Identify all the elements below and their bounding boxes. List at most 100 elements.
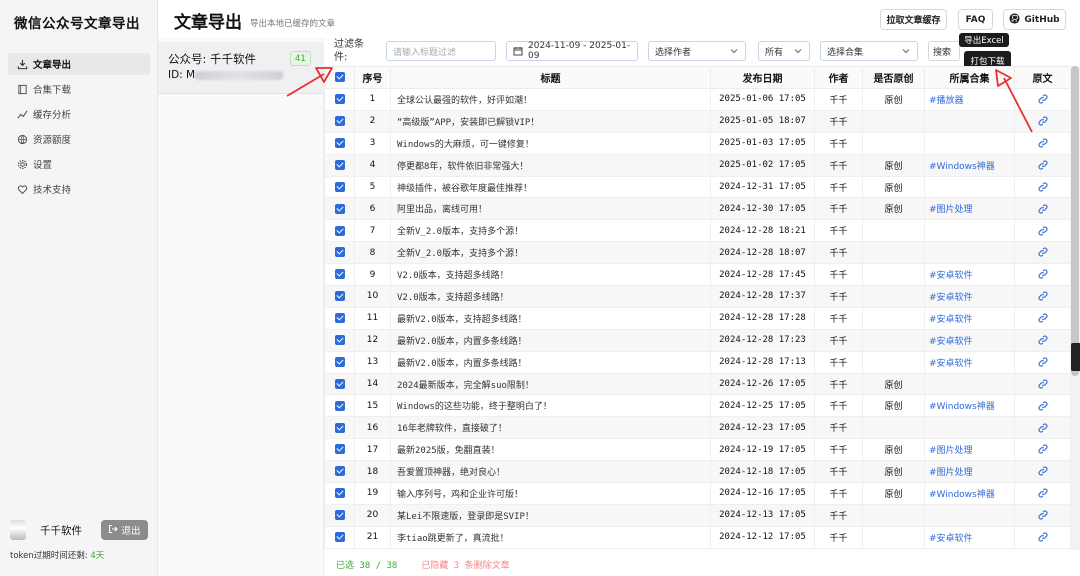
row-checkbox[interactable]	[324, 503, 355, 527]
row-source-link[interactable]	[1014, 306, 1070, 330]
table-row[interactable]: 20 某Lei不限速版，登录即是SVIP！ 2024-12-13 17:05 千千	[324, 503, 1070, 527]
table-row[interactable]: 17 最新2025版，免翻直装！ 2024-12-19 17:05 千千 原创 #图片处理	[324, 438, 1070, 462]
row-checkbox[interactable]	[324, 263, 355, 287]
table-row[interactable]: 13 最新V2.0版本，内置多条线路！ 2024-12-28 17:13 千千 #安卓软…	[324, 350, 1070, 374]
row-source-link[interactable]	[1014, 241, 1070, 265]
table-row[interactable]: 18 吾爱置顶神器，绝对良心！ 2024-12-18 17:05 千千 原创 #图片处理	[324, 460, 1070, 484]
sidebar-item-collection-download[interactable]: 合集下载	[8, 78, 150, 100]
author-select[interactable]: 选择作者	[648, 41, 746, 61]
side-drawer-handle[interactable]	[1071, 343, 1080, 371]
pull-cache-button[interactable]: 拉取文章缓存	[880, 9, 947, 30]
row-collection[interactable]: #播放器	[924, 88, 1015, 111]
row-checkbox[interactable]	[324, 131, 355, 155]
github-button[interactable]: GitHub	[1003, 9, 1066, 30]
table-row[interactable]: 5 神级插件，被谷歌年度最佳推荐！ 2024-12-31 17:05 千千 原创	[324, 175, 1070, 199]
table-row[interactable]: 15 Windows的这些功能，终于整明白了！ 2024-12-25 17:05 千千…	[324, 394, 1070, 418]
row-checkbox[interactable]	[324, 416, 355, 440]
row-checkbox[interactable]	[324, 482, 355, 505]
row-source-link[interactable]	[1014, 525, 1070, 549]
row-checkbox[interactable]	[324, 350, 355, 374]
sidebar-item-article-export[interactable]: 文章导出	[8, 53, 150, 75]
row-source-link[interactable]	[1014, 482, 1070, 505]
row-collection[interactable]: #安卓软件	[924, 350, 1015, 374]
row-collection[interactable]: #Windows神器	[924, 482, 1015, 505]
row-source-link[interactable]	[1014, 285, 1070, 308]
row-source-link[interactable]	[1014, 372, 1070, 396]
table-row[interactable]: 12 最新V2.0版本，内置多条线路！ 2024-12-28 17:23 千千 #安卓软…	[324, 328, 1070, 352]
row-collection[interactable]: #安卓软件	[924, 306, 1015, 330]
table-row[interactable]: 16 16年老牌软件，直接破了！ 2024-12-23 17:05 千千	[324, 416, 1070, 440]
row-checkbox[interactable]	[324, 306, 355, 330]
row-checkbox[interactable]	[324, 328, 355, 352]
row-collection[interactable]: #Windows神器	[924, 153, 1015, 177]
row-checkbox[interactable]	[324, 285, 355, 308]
row-source-link[interactable]	[1014, 438, 1070, 462]
column-header-no[interactable]: 序号	[354, 66, 391, 89]
table-row[interactable]: 7 全新V_2.0版本，支持多个源！ 2024-12-28 18:21 千千	[324, 219, 1070, 243]
row-collection[interactable]	[924, 416, 1015, 440]
table-row[interactable]: 11 最新V2.0版本，支持超多线路！ 2024-12-28 17:28 千千 #安卓软…	[324, 306, 1070, 330]
row-collection[interactable]	[924, 219, 1015, 243]
row-checkbox[interactable]	[324, 394, 355, 418]
row-collection[interactable]: #图片处理	[924, 460, 1015, 484]
row-collection[interactable]	[924, 109, 1015, 133]
row-source-link[interactable]	[1014, 350, 1070, 374]
table-row[interactable]: 4 停更都8年，软件依旧非常强大！ 2025-01-02 17:05 千千 原创 #Win…	[324, 153, 1070, 177]
row-collection[interactable]	[924, 372, 1015, 396]
row-collection[interactable]: #图片处理	[924, 197, 1015, 221]
row-source-link[interactable]	[1014, 175, 1070, 199]
select-all-checkbox[interactable]	[324, 66, 355, 89]
row-source-link[interactable]	[1014, 394, 1070, 418]
row-source-link[interactable]	[1014, 109, 1070, 133]
original-select[interactable]: 所有	[758, 41, 810, 61]
table-row[interactable]: 14 2024最新版本，完全解suo限制！ 2024-12-26 17:05 千千 原创	[324, 372, 1070, 396]
account-card[interactable]: 公众号: 千千软件 ID: M 41	[158, 42, 324, 94]
row-source-link[interactable]	[1014, 219, 1070, 243]
row-checkbox[interactable]	[324, 197, 355, 221]
column-header-title[interactable]: 标题	[390, 66, 711, 89]
row-checkbox[interactable]	[324, 460, 355, 484]
row-checkbox[interactable]	[324, 219, 355, 243]
row-source-link[interactable]	[1014, 88, 1070, 111]
scrollbar-thumb[interactable]	[1071, 66, 1079, 376]
row-checkbox[interactable]	[324, 372, 355, 396]
table-row[interactable]: 10 V2.0版本，支持超多线路！ 2024-12-28 17:37 千千 #安卓软件	[324, 285, 1070, 308]
column-header-collection[interactable]: 所属合集	[924, 66, 1015, 89]
row-checkbox[interactable]	[324, 525, 355, 549]
row-checkbox[interactable]	[324, 241, 355, 265]
row-source-link[interactable]	[1014, 153, 1070, 177]
table-row[interactable]: 19 输入序列号，鸡和企业许可版！ 2024-12-16 17:05 千千 原创 #Win…	[324, 482, 1070, 505]
row-collection[interactable]	[924, 131, 1015, 155]
table-row[interactable]: 6 阿里出品，离线可用！ 2024-12-30 17:05 千千 原创 #图片处理	[324, 197, 1070, 221]
faq-button[interactable]: FAQ	[958, 9, 993, 30]
row-checkbox[interactable]	[324, 109, 355, 133]
sidebar-item-settings[interactable]: 设置	[8, 153, 150, 175]
title-filter-input[interactable]: 请输入标题过滤	[386, 41, 496, 61]
row-source-link[interactable]	[1014, 328, 1070, 352]
row-collection[interactable]	[924, 175, 1015, 199]
row-source-link[interactable]	[1014, 460, 1070, 484]
table-row[interactable]: 3 Windows的大麻烦，可一键修复！ 2025-01-03 17:05 千千	[324, 131, 1070, 155]
row-collection[interactable]: #安卓软件	[924, 263, 1015, 287]
row-collection[interactable]: #安卓软件	[924, 285, 1015, 308]
row-collection[interactable]: #图片处理	[924, 438, 1015, 462]
table-row[interactable]: 1 全球公认最强的软件，好评如潮！ 2025-01-06 17:05 千千 原创 #播放器	[324, 88, 1070, 111]
table-row[interactable]: 9 V2.0版本，支持超多线路！ 2024-12-28 17:45 千千 #安卓软件	[324, 263, 1070, 287]
collection-select[interactable]: 选择合集	[820, 41, 918, 61]
row-source-link[interactable]	[1014, 263, 1070, 287]
search-button[interactable]: 搜索	[928, 41, 960, 61]
row-source-link[interactable]	[1014, 197, 1070, 221]
row-checkbox[interactable]	[324, 88, 355, 111]
row-checkbox[interactable]	[324, 438, 355, 462]
row-collection[interactable]: #Windows神器	[924, 394, 1015, 418]
sidebar-item-resource-quota[interactable]: 资源额度	[8, 128, 150, 150]
row-collection[interactable]: #安卓软件	[924, 328, 1015, 352]
column-header-original[interactable]: 是否原创	[862, 66, 925, 89]
sidebar-item-tech-support[interactable]: 技术支持	[8, 178, 150, 200]
row-collection[interactable]: #安卓软件	[924, 525, 1015, 549]
column-header-author[interactable]: 作者	[814, 66, 863, 89]
row-collection[interactable]	[924, 241, 1015, 265]
row-checkbox[interactable]	[324, 175, 355, 199]
scrollbar[interactable]	[1070, 66, 1080, 550]
logout-button[interactable]: 退出	[101, 520, 148, 540]
